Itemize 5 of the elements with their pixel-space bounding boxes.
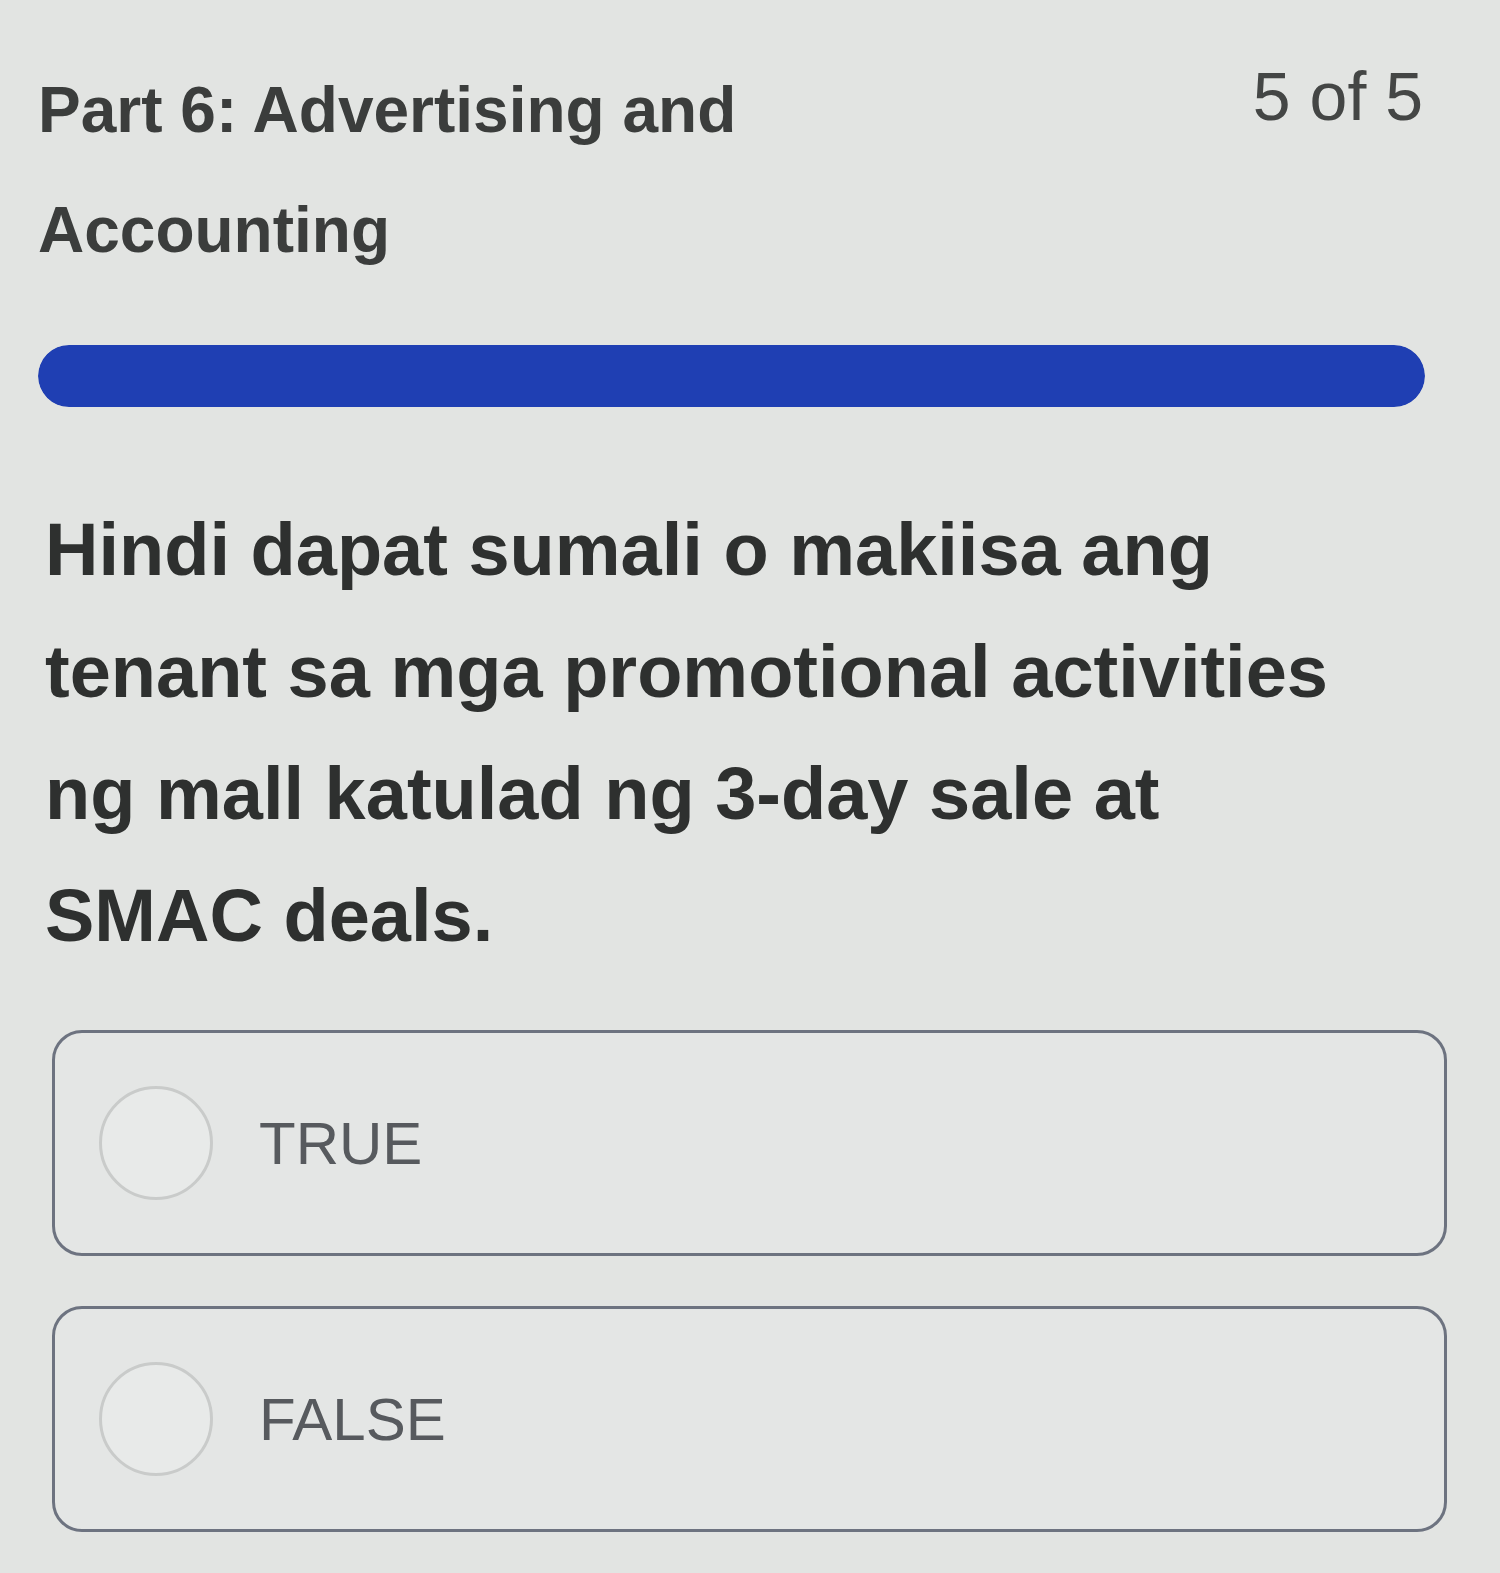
- answer-option[interactable]: TRUE: [52, 1030, 1447, 1256]
- question-text: Hindi dapat sumali o makiisa ang tenant sa mga promotional activities ng mall katulad ng 3-day sale at SMAC deals.: [45, 507, 1329, 959]
- answer-option[interactable]: FALSE: [52, 1306, 1447, 1532]
- question-counter: 5 of 5: [1252, 58, 1423, 134]
- quiz-title: Part 6: Advertising and Accounting: [38, 73, 738, 268]
